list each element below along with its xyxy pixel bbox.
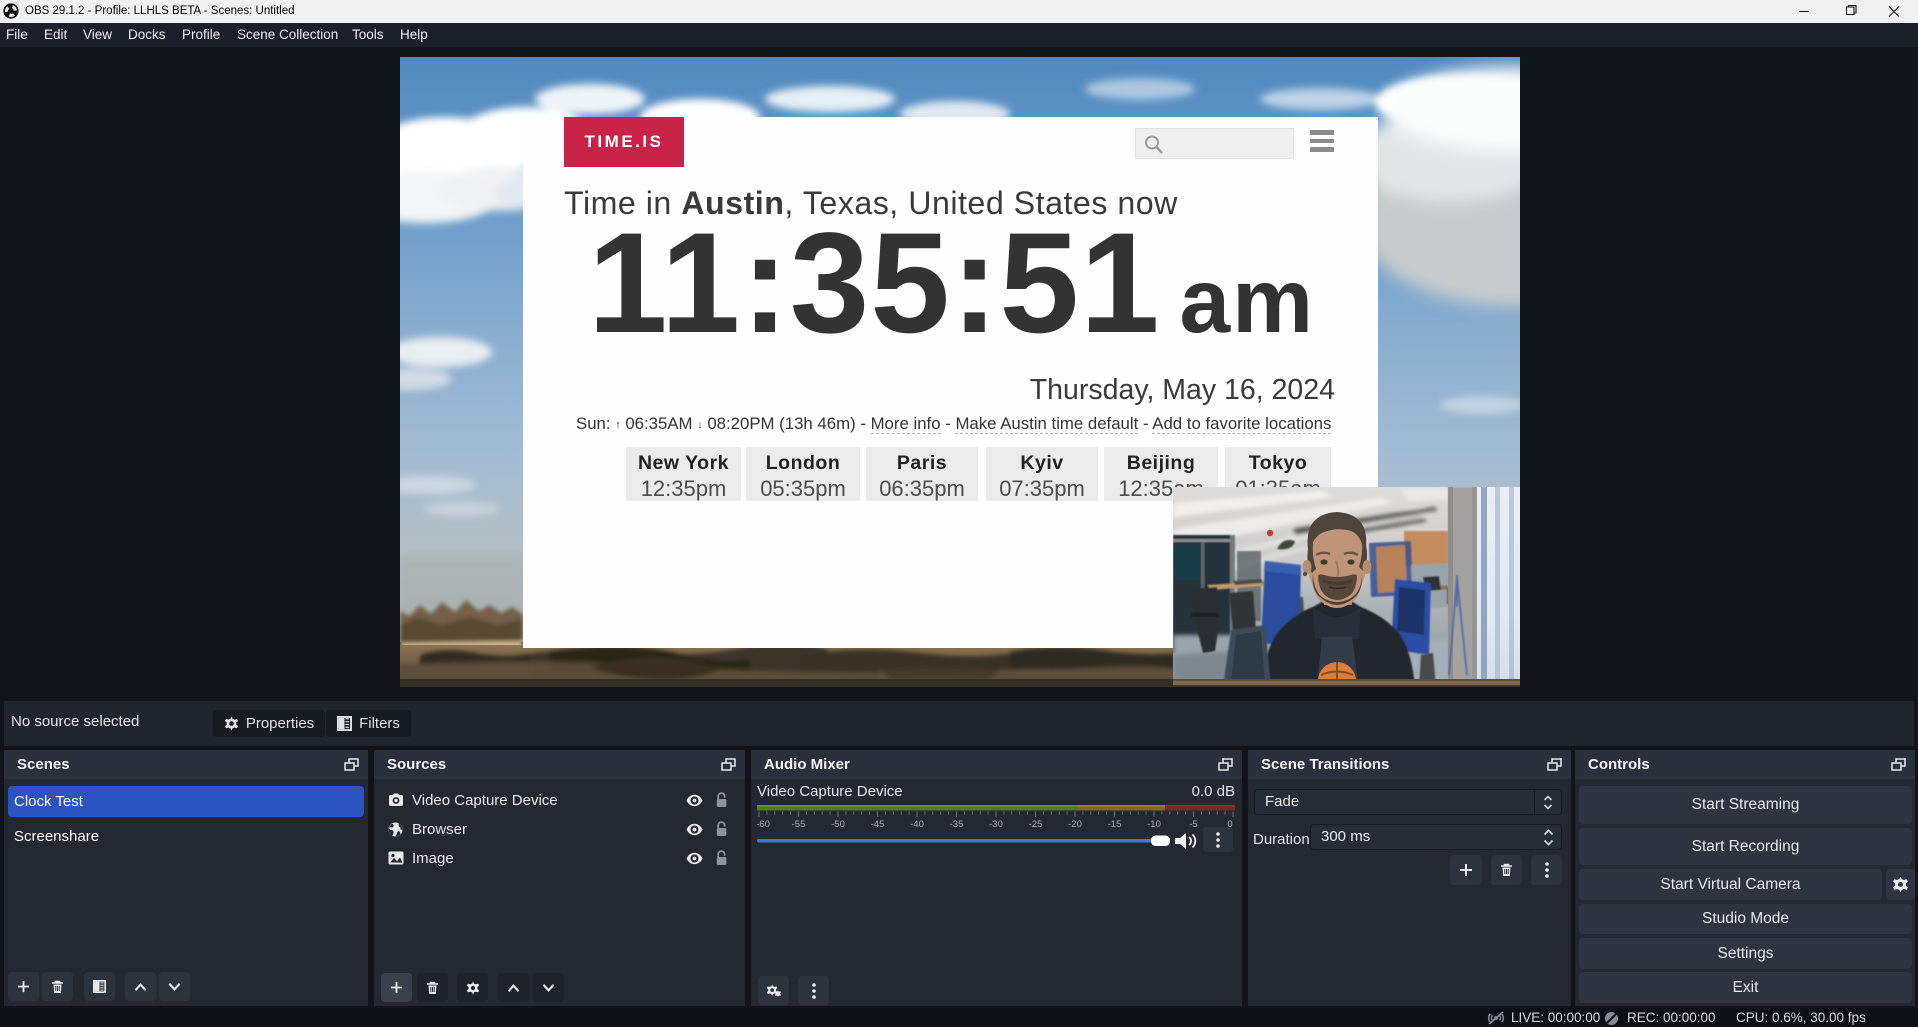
svg-text:-45: -45 <box>871 819 885 829</box>
svg-text:-15: -15 <box>1108 819 1122 829</box>
svg-text:-10: -10 <box>1147 819 1161 829</box>
svg-text:-55: -55 <box>792 819 806 829</box>
svg-text:-30: -30 <box>989 819 1003 829</box>
svg-text:-60: -60 <box>757 819 770 829</box>
svg-text:-5: -5 <box>1189 819 1197 829</box>
svg-text:-25: -25 <box>1029 819 1043 829</box>
svg-text:-20: -20 <box>1068 819 1082 829</box>
svg-text:-40: -40 <box>910 819 924 829</box>
svg-text:-35: -35 <box>950 819 964 829</box>
svg-text:-50: -50 <box>831 819 845 829</box>
